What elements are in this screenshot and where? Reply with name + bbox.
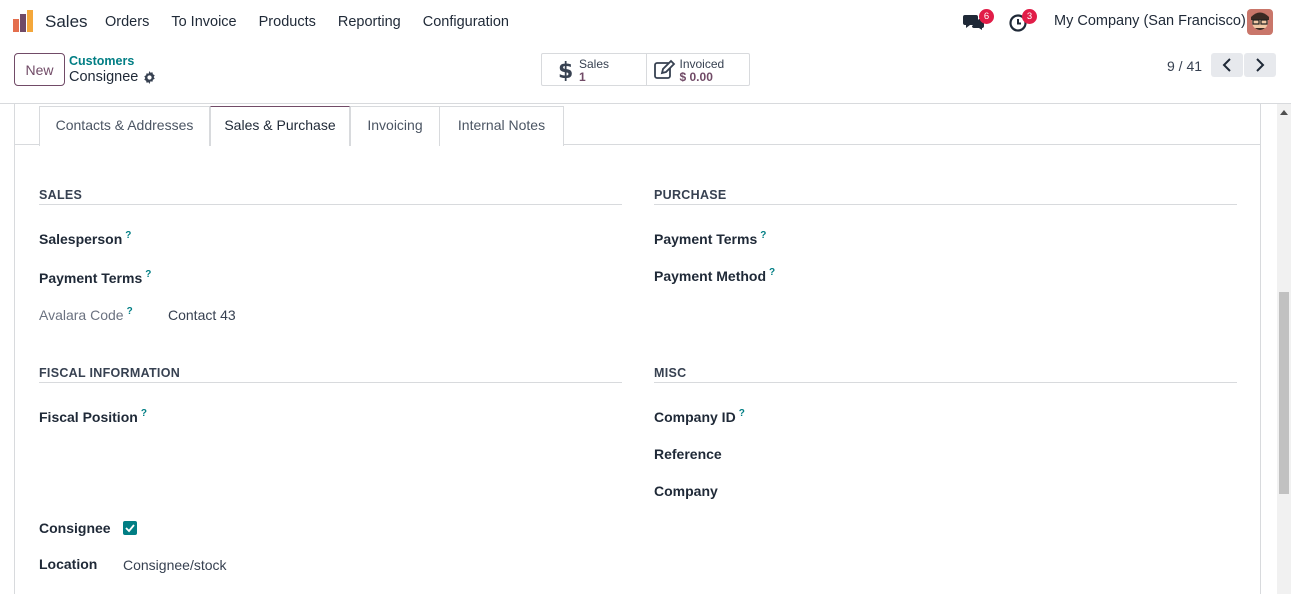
messages-badge: 6 [979,9,994,24]
help-icon[interactable]: ? [769,267,775,278]
menu-item-configuration[interactable]: Configuration [412,0,520,44]
invoiced-smart-label: Invoiced [679,57,725,71]
smart-buttons: $ Sales 1 Invoiced $ 0.00 [541,53,750,86]
avalara-code-value: Contact 43 [168,307,236,323]
help-icon[interactable]: ? [145,269,151,280]
pager-previous-button[interactable] [1211,53,1243,77]
company-id-label: Company ID? [654,408,745,425]
fiscal-divider [39,382,622,383]
company-switcher[interactable]: My Company (San Francisco) [1054,13,1246,29]
gear-icon[interactable] [143,71,156,84]
svg-text:$: $ [558,59,573,81]
payment-method-label: Payment Method? [654,267,776,284]
pager-value[interactable]: 9 / 41 [1167,58,1202,74]
purchase-payment-terms-label: Payment Terms? [654,230,767,247]
company-label: Company [654,483,718,499]
notebook-tabs: Contacts & Addresses Sales & Purchase In… [15,104,1260,146]
main-menu: Orders To Invoice Products Reporting Con… [94,0,520,44]
purchase-divider [654,204,1237,205]
breadcrumb[interactable]: Customers [69,54,134,68]
sales-section-title: SALES [39,188,83,202]
help-icon[interactable]: ? [739,408,745,419]
sales-app-icon[interactable] [13,10,35,32]
salesperson-label: Salesperson? [39,230,132,247]
avalara-code-label: Avalara Code? [39,306,133,323]
fiscal-position-label: Fiscal Position? [39,408,147,425]
reference-label: Reference [654,446,722,462]
sales-payment-terms-label: Payment Terms? [39,269,152,286]
top-navbar: Sales Orders To Invoice Products Reporti… [0,0,1291,44]
consignee-checkbox[interactable] [123,521,137,535]
sales-smart-label: Sales [579,57,610,71]
purchase-section-title: PURCHASE [654,188,727,202]
check-icon [125,524,135,533]
location-value: Consignee/stock [123,557,227,573]
help-icon[interactable]: ? [760,230,766,241]
invoiced-smart-button[interactable]: Invoiced $ 0.00 [645,54,750,85]
new-button[interactable]: New [14,53,65,86]
misc-section-title: MISC [654,366,687,380]
tab-sales-purchase[interactable]: Sales & Purchase [210,106,350,146]
edit-icon [653,59,675,79]
menu-item-reporting[interactable]: Reporting [327,0,412,44]
consignee-label: Consignee [39,520,111,536]
chevron-left-icon [1222,58,1231,72]
record-title: Consignee [69,69,139,85]
sales-smart-value: 1 [579,70,586,84]
help-icon[interactable]: ? [127,306,133,317]
menu-item-to-invoice[interactable]: To Invoice [160,0,247,44]
fiscal-section-title: FISCAL INFORMATION [39,366,181,380]
menu-item-products[interactable]: Products [248,0,327,44]
scroll-up-arrow-icon[interactable] [1279,108,1289,116]
activities-badge: 3 [1022,9,1037,24]
misc-divider [654,382,1237,383]
chevron-right-icon [1256,58,1265,72]
help-icon[interactable]: ? [125,230,131,241]
tab-contacts-addresses[interactable]: Contacts & Addresses [39,106,210,146]
invoiced-smart-value: $ 0.00 [679,70,713,84]
location-label: Location [39,556,98,572]
dollar-icon: $ [558,59,573,81]
pager-next-button[interactable] [1244,53,1276,77]
tab-invoicing[interactable]: Invoicing [350,106,440,146]
sales-smart-button[interactable]: $ Sales 1 [542,54,646,85]
help-icon[interactable]: ? [141,408,147,419]
scrollbar-thumb[interactable] [1279,292,1289,494]
control-panel: New Customers Consignee $ Sales 1 Invoic… [0,44,1291,104]
avatar[interactable] [1247,9,1273,35]
form-sheet: Contacts & Addresses Sales & Purchase In… [14,104,1261,594]
tab-internal-notes[interactable]: Internal Notes [439,106,564,146]
app-name[interactable]: Sales [45,12,88,32]
sales-divider [39,204,622,205]
menu-item-orders[interactable]: Orders [94,0,160,44]
